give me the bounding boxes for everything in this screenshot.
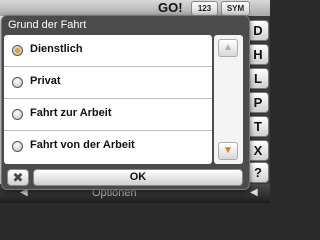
key-h[interactable]: H bbox=[247, 44, 269, 65]
close-x-icon: ✖ bbox=[12, 170, 24, 185]
list-item-fahrt-zur-arbeit[interactable]: Fahrt zur Arbeit bbox=[4, 99, 212, 131]
list-item-fahrt-von-der-arbeit[interactable]: Fahrt von der Arbeit bbox=[4, 131, 212, 163]
chevron-up-icon: ▲ bbox=[223, 42, 233, 53]
radio-icon[interactable] bbox=[12, 77, 23, 88]
symbol-keyboard-button[interactable]: SYM bbox=[221, 1, 250, 16]
key-l[interactable]: L bbox=[247, 68, 269, 89]
key-t[interactable]: T bbox=[247, 116, 269, 137]
key-d[interactable]: D bbox=[247, 20, 269, 41]
list-item-label: Privat bbox=[30, 75, 61, 87]
cancel-button[interactable]: ✖ bbox=[7, 169, 29, 186]
list-item-label: Fahrt von der Arbeit bbox=[30, 139, 135, 151]
ok-button[interactable]: OK bbox=[33, 169, 243, 186]
key-question[interactable]: ? bbox=[247, 162, 269, 183]
reason-dialog: Grund der Fahrt Dienstlich Privat Fahrt … bbox=[1, 15, 250, 190]
reason-list: Dienstlich Privat Fahrt zur Arbeit Fahrt… bbox=[4, 35, 212, 164]
radio-icon[interactable] bbox=[12, 109, 23, 120]
radio-selected-icon[interactable] bbox=[12, 45, 23, 56]
chevron-down-icon: ▼ bbox=[223, 145, 233, 156]
list-item-label: Fahrt zur Arbeit bbox=[30, 107, 112, 119]
list-item-label: Dienstlich bbox=[30, 43, 83, 55]
scroll-down-button[interactable]: ▼ bbox=[218, 142, 238, 160]
numeric-keyboard-button[interactable]: 123 bbox=[191, 1, 218, 16]
key-p[interactable]: P bbox=[247, 92, 269, 113]
list-scrollbar[interactable]: ▲ ▼ bbox=[214, 35, 243, 164]
list-item-dienstlich[interactable]: Dienstlich bbox=[4, 35, 212, 67]
radio-icon[interactable] bbox=[12, 141, 23, 152]
key-x[interactable]: X bbox=[247, 140, 269, 161]
scroll-up-button[interactable]: ▲ bbox=[218, 39, 238, 57]
background-title: GO! bbox=[158, 0, 183, 15]
arrow-left-icon[interactable]: ◀ bbox=[250, 187, 258, 198]
dialog-title: Grund der Fahrt bbox=[8, 19, 87, 31]
list-item-privat[interactable]: Privat bbox=[4, 67, 212, 99]
